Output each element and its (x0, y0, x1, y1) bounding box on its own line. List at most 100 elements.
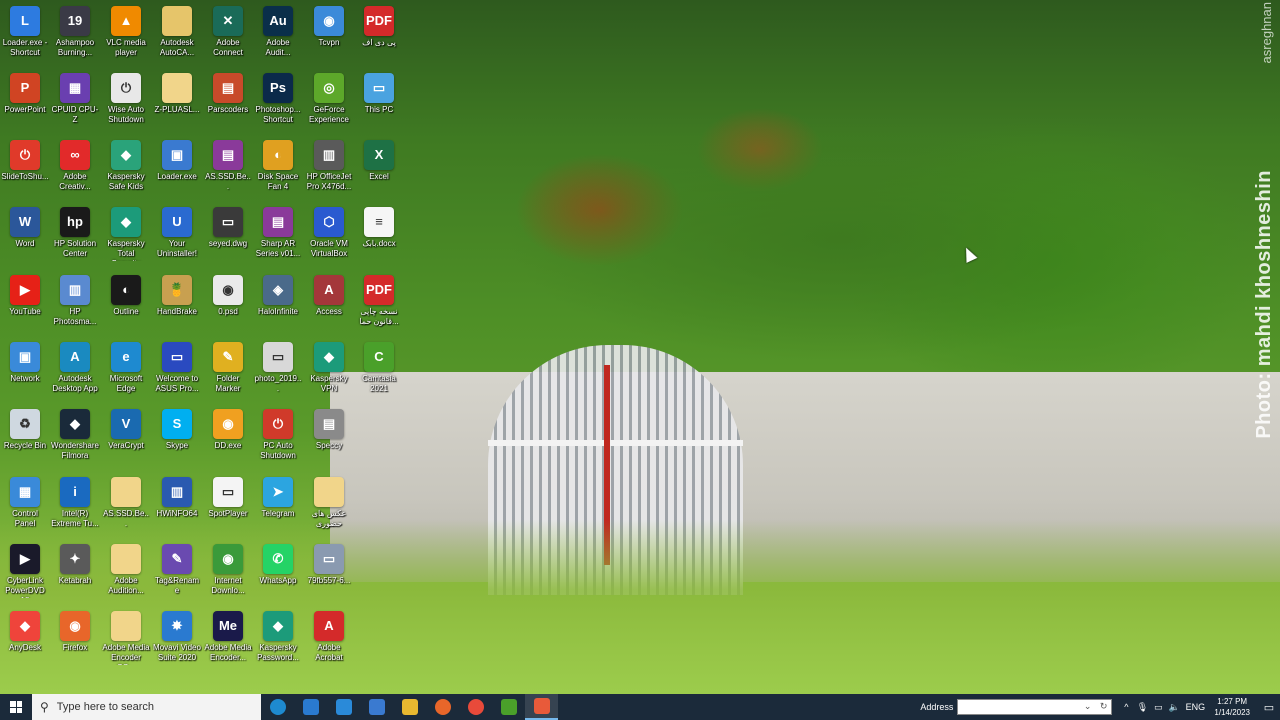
desktop-icon[interactable]: ▤ Parscoders (203, 67, 253, 133)
movavi-icon: ✸ (162, 611, 192, 641)
desktop-icon[interactable]: Adobe Media Encoder CC... (101, 605, 151, 671)
tcvpn-icon: ◉ (314, 6, 344, 36)
chevron-up-icon[interactable]: ^ (1118, 702, 1134, 712)
desktop-icon[interactable]: ▤ Speccy (304, 403, 354, 469)
desktop-icon[interactable]: ◉ Internet Downlo... (203, 538, 253, 604)
desktop-icon[interactable]: ◆Kaspersky Total Security (101, 201, 151, 267)
taskbar-app-app-blue[interactable] (360, 694, 393, 720)
desktop-icon[interactable]: ▤ Sharp AR Series v01... (253, 201, 303, 267)
desktop-icon[interactable]: ◆ Wondershare Filmora (50, 403, 100, 469)
desktop-icon[interactable]: Z-PLUASL... (152, 67, 202, 133)
desktop-icon[interactable]: ▣ Loader.exe (152, 134, 202, 200)
desktop-icon[interactable]: Adobe Audition... (101, 538, 151, 604)
language-indicator[interactable]: ENG (1182, 702, 1208, 712)
desktop-icon[interactable]: P PowerPoint (0, 67, 50, 133)
desktop-icon[interactable]: X Excel (354, 134, 404, 200)
desktop-icon[interactable]: ∞ Adobe Creativ... (50, 134, 100, 200)
address-input[interactable]: ⌄ ↻ (957, 699, 1113, 715)
desktop-icon[interactable]: ◉ 0.psd (203, 269, 253, 335)
taskbar-app-file-explorer[interactable] (393, 694, 426, 720)
desktop-icon[interactable]: A Access (304, 269, 354, 335)
desktop-icon[interactable]: ⬡ Oracle VM VirtualBox (304, 201, 354, 267)
desktop-icon[interactable]: L Loader.exe - Shortcut (0, 0, 50, 66)
network-icon[interactable]: ▭ (1150, 702, 1166, 713)
desktop-icon[interactable]: ▤ AS.SSD.Be... (203, 134, 253, 200)
desktop-icon[interactable]: ✎ Folder Marker (203, 336, 253, 402)
desktop-icon[interactable]: Ps Photoshop... Shortcut (253, 67, 303, 133)
desktop-icon[interactable]: ▣ Network (0, 336, 50, 402)
desktop-icon[interactable]: ◆ Kaspersky Safe Kids (101, 134, 151, 200)
desktop-icon[interactable]: A Autodesk Desktop App (50, 336, 100, 402)
desktop-icon[interactable]: ◆ Kaspersky VPN (304, 336, 354, 402)
desktop-icon[interactable]: ▦ CPUID CPU-Z (50, 67, 100, 133)
taskbar-app-mail[interactable] (327, 694, 360, 720)
desktop-icon[interactable]: ✎ Tag&Rename (152, 538, 202, 604)
refresh-icon[interactable]: ↻ (1100, 701, 1108, 712)
desktop-icon[interactable]: ◉ Firefox (50, 605, 100, 671)
desktop-icon[interactable]: ▭ seyed.dwg (203, 201, 253, 267)
desktop-icon[interactable]: ◎ GeForce Experience (304, 67, 354, 133)
taskbar-app-camtasia[interactable] (492, 694, 525, 720)
taskbar-app-camtasia-recorder[interactable] (525, 694, 558, 720)
desktop-icon[interactable]: 19 Ashampoo Burning... (50, 0, 100, 66)
desktop-icon[interactable]: عکس های حضوری (304, 471, 354, 537)
taskbar-app-store[interactable] (294, 694, 327, 720)
volume-icon[interactable]: 🔈 (1166, 702, 1182, 713)
desktop[interactable]: Photo: mahdi khoshneshin asreghnan L Load… (0, 0, 1280, 694)
desktop-icon[interactable]: ▭ photo_2019... (253, 336, 303, 402)
desktop-icon[interactable]: U Your Uninstaller! (152, 201, 202, 267)
taskbar-app-firefox[interactable] (426, 694, 459, 720)
desktop-icon[interactable]: ✕ Adobe Connect (203, 0, 253, 66)
desktop-icon[interactable]: ◈ HaloInfinite (253, 269, 303, 335)
desktop-icon[interactable]: ⏻ SlideToShu... (0, 134, 50, 200)
desktop-icon[interactable]: V VeraCrypt (101, 403, 151, 469)
desktop-icon[interactable]: ▦ Control Panel (0, 471, 50, 537)
microphone-icon[interactable]: 🎙 (1134, 702, 1150, 713)
desktop-icon[interactable]: ◆ Kaspersky Password... (253, 605, 303, 671)
desktop-icon[interactable]: A Adobe Acrobat (304, 605, 354, 671)
desktop-icon[interactable]: ◉ DD.exe (203, 403, 253, 469)
desktop-icon[interactable]: i Intel(R) Extreme Tu... (50, 471, 100, 537)
desktop-icon[interactable]: ✆ WhatsApp (253, 538, 303, 604)
desktop-icon[interactable]: ♻ Recycle Bin (0, 403, 50, 469)
desktop-icon[interactable]: Me Adobe Media Encoder... (203, 605, 253, 671)
desktop-icon[interactable]: AS.SSD.Be... (101, 471, 151, 537)
desktop-icon[interactable]: ▲ VLC media player (101, 0, 151, 66)
desktop-icon[interactable]: ◆ AnyDesk (0, 605, 50, 671)
taskbar-app-chrome[interactable] (459, 694, 492, 720)
taskbar-search[interactable]: ⚲ Type here to search (32, 694, 261, 720)
desktop-icon[interactable]: hp HP Solution Center (50, 201, 100, 267)
desktop-icon[interactable]: ▶ YouTube (0, 269, 50, 335)
desktop-icon[interactable]: PDF پی دی اف (354, 0, 404, 66)
chevron-down-icon[interactable]: ⌄ (1084, 701, 1092, 712)
desktop-icon[interactable]: ≡ بابک.docx (354, 201, 404, 267)
desktop-icon[interactable]: ✸ Movavi Video Suite 2020 (152, 605, 202, 671)
desktop-icon[interactable]: e Microsoft Edge (101, 336, 151, 402)
desktop-icon[interactable]: ▭ Welcome to ASUS Pro... (152, 336, 202, 402)
desktop-icon[interactable]: ▭ 79fb557-6... (304, 538, 354, 604)
desktop-icon[interactable]: PDF نسخه چاپی قانون حما... (354, 269, 404, 335)
desktop-icon[interactable]: ⏻ PC Auto Shutdown (253, 403, 303, 469)
desktop-icon[interactable]: ▥ HP Photosma... (50, 269, 100, 335)
desktop-icon[interactable]: ▭ SpotPlayer (203, 471, 253, 537)
desktop-icon[interactable]: 🍍 HandBrake (152, 269, 202, 335)
desktop-icon[interactable]: S Skype (152, 403, 202, 469)
desktop-icon[interactable]: Autodesk AutoCA... (152, 0, 202, 66)
desktop-icon[interactable]: Au Adobe Audit... (253, 0, 303, 66)
desktop-icon[interactable]: ⏻ Wise Auto Shutdown (101, 67, 151, 133)
desktop-icon[interactable]: ➤ Telegram (253, 471, 303, 537)
desktop-icon[interactable]: ◐ Outline (101, 269, 151, 335)
desktop-icon[interactable]: ◉ Tcvpn (304, 0, 354, 66)
clock[interactable]: 1:27 PM 1/14/2023 (1214, 696, 1250, 718)
desktop-icon[interactable]: ▭ This PC (354, 67, 404, 133)
start-button[interactable] (0, 694, 32, 720)
desktop-icon[interactable]: ▥ HP OfficeJet Pro X476d... (304, 134, 354, 200)
desktop-icon[interactable]: ✦ Ketabrah (50, 538, 100, 604)
desktop-icon[interactable]: ▶CyberLink PowerDVD 18 (0, 538, 50, 604)
desktop-icon[interactable]: ▥ HWiNFO64 (152, 471, 202, 537)
desktop-icon[interactable]: W Word (0, 201, 50, 267)
desktop-icon[interactable]: C Camtasia 2021 (354, 336, 404, 402)
taskbar-app-edge[interactable] (261, 694, 294, 720)
desktop-icon[interactable]: ◐ Disk Space Fan 4 (253, 134, 303, 200)
notification-icon[interactable]: ▭ (1258, 701, 1280, 714)
